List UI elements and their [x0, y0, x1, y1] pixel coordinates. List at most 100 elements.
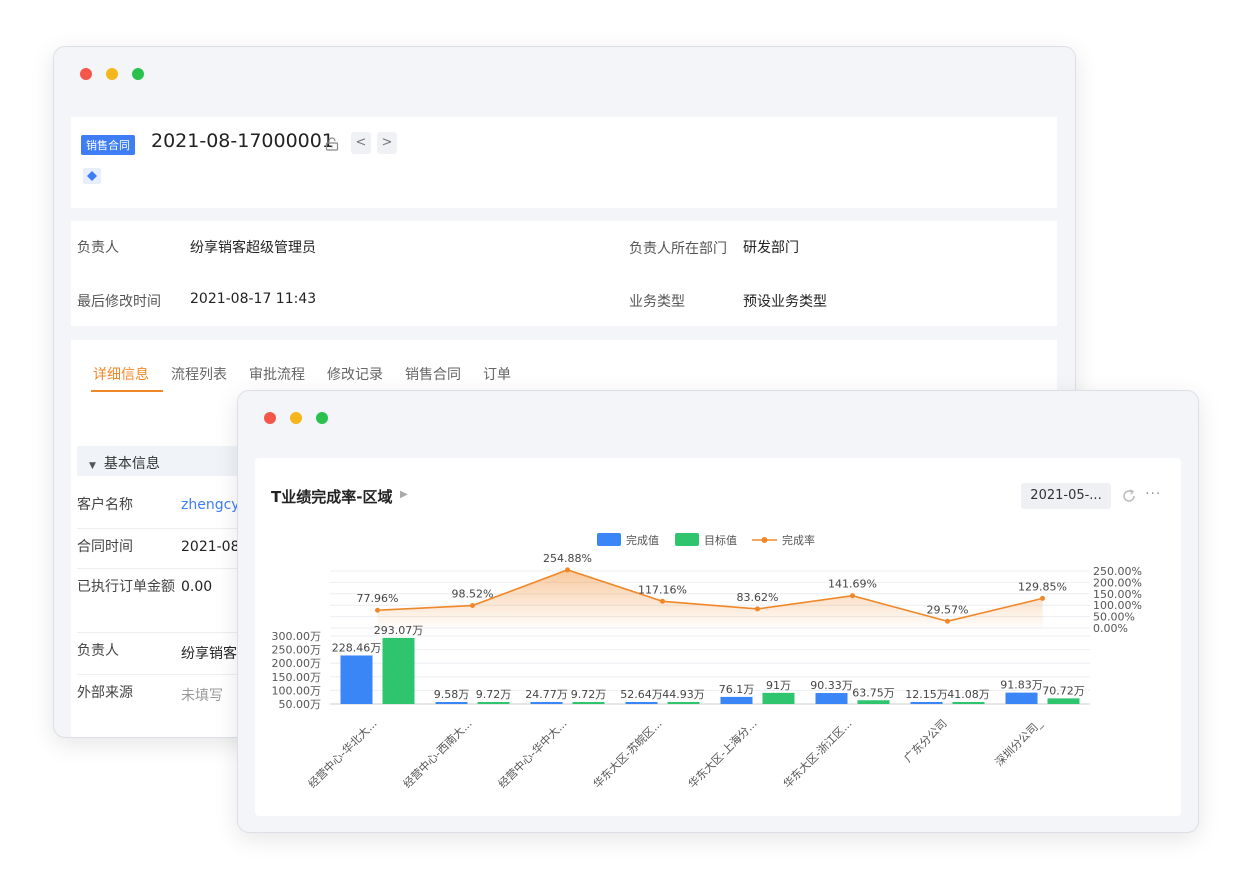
- biztype-value: 预设业务类型: [743, 294, 827, 310]
- dept-value: 研发部门: [743, 240, 799, 256]
- tab-change-log[interactable]: 修改记录: [327, 364, 383, 384]
- x-tick-label: 广东分公司: [902, 717, 950, 765]
- bar-completed: [530, 702, 563, 704]
- rate-value-label: 29.57%: [927, 603, 969, 616]
- record-summary: 负责人 纷享销客超级管理员 负责人所在部门 研发部门 最后修改时间 2021-0…: [71, 221, 1057, 326]
- tab-approval[interactable]: 审批流程: [249, 364, 305, 384]
- field-label-executed-amount: 已执行订单金额: [77, 579, 175, 595]
- chart-card: T业绩完成率-区域 ▶ 2021-05-... ··· 300.00万 250.0…: [255, 458, 1181, 816]
- rate-point: [565, 567, 570, 573]
- bar-value-label: 90.33万: [810, 679, 853, 692]
- rate-value-label: 254.88%: [543, 552, 592, 565]
- bar-target: [762, 692, 795, 704]
- record-number: 2021-08-17000001: [151, 130, 334, 152]
- next-record-button[interactable]: >: [377, 132, 397, 154]
- maximize-window-button[interactable]: [132, 68, 144, 80]
- tab-detail[interactable]: 详细信息: [93, 364, 149, 384]
- rate-point: [660, 598, 665, 604]
- bar-value-label: 63.75万: [852, 686, 895, 699]
- y-left-tick-label: 200.00万: [272, 657, 322, 670]
- legend-swatch-completed: [597, 533, 621, 546]
- field-value-contract-date: 2021-08: [181, 539, 240, 555]
- rate-point: [1040, 595, 1045, 601]
- bar-target: [572, 702, 605, 704]
- bar-value-label: 9.72万: [476, 688, 512, 701]
- bar-target: [382, 637, 415, 704]
- legend-swatch-rate-dot: [761, 537, 768, 543]
- field-label-source: 外部来源: [77, 685, 133, 701]
- record-type-badge: 销售合同: [81, 135, 135, 155]
- bar-completed: [340, 655, 373, 704]
- y-left-tick-label: 150.00万: [272, 671, 322, 684]
- close-window-button[interactable]: [264, 412, 276, 424]
- x-tick-label: 华东大区-上海分...: [685, 716, 760, 791]
- bar-target: [667, 702, 700, 704]
- tag-icon[interactable]: [83, 168, 101, 184]
- field-value-executed-amount: 0.00: [181, 579, 213, 595]
- bar-value-label: 9.72万: [571, 688, 607, 701]
- bar-value-label: 41.08万: [947, 688, 990, 701]
- bar-value-label: 24.77万: [525, 688, 568, 701]
- minimize-window-button[interactable]: [290, 412, 302, 424]
- field-label-customer: 客户名称: [77, 497, 133, 513]
- collapse-caret-icon: ▼: [89, 461, 96, 471]
- bar-value-label: 12.15万: [905, 688, 948, 701]
- minimize-window-button[interactable]: [106, 68, 118, 80]
- close-window-button[interactable]: [80, 68, 92, 80]
- bar-line-chart: 300.00万250.00万200.00万150.00万100.00万50.00…: [272, 533, 1142, 791]
- maximize-window-button[interactable]: [316, 412, 328, 424]
- bar-completed: [815, 693, 848, 704]
- x-tick-label: 经营中心-华北大...: [305, 716, 380, 791]
- chart-window: T业绩完成率-区域 ▶ 2021-05-... ··· 300.00万 250.0…: [237, 390, 1199, 833]
- y-left-tick-label: 50.00万: [279, 698, 322, 711]
- bar-value-label: 52.64万: [620, 688, 663, 701]
- rate-point: [375, 607, 380, 613]
- bar-value-label: 44.93万: [662, 688, 705, 701]
- bar-value-label: 91.83万: [1000, 679, 1043, 692]
- bar-target: [477, 702, 510, 704]
- legend-swatch-target: [675, 533, 699, 546]
- y-right-tick-label: 0.00%: [1093, 622, 1128, 635]
- record-header: 销售合同 2021-08-17000001 < >: [71, 117, 1057, 208]
- rate-point: [945, 618, 950, 624]
- dept-label: 负责人所在部门: [629, 241, 727, 257]
- field-value-source: 未填写: [181, 688, 223, 704]
- bar-target: [952, 702, 985, 704]
- modified-label: 最后修改时间: [77, 294, 161, 310]
- bar-value-label: 76.1万: [719, 683, 755, 696]
- x-tick-label: 经营中心-西南大...: [400, 716, 475, 791]
- rate-value-label: 129.85%: [1018, 580, 1067, 593]
- x-tick-label: 经营中心-华中大...: [495, 716, 570, 791]
- x-tick-label: 深圳分公司_: [993, 717, 1045, 769]
- owner-value: 纷享销客超级管理员: [190, 240, 316, 256]
- bar-value-label: 9.58万: [434, 688, 470, 701]
- field-label-owner: 负责人: [77, 643, 119, 659]
- bar-completed: [910, 702, 943, 704]
- bar-target: [857, 700, 890, 704]
- rate-point: [850, 593, 855, 599]
- legend-label-rate: 完成率: [782, 533, 815, 547]
- owner-label: 负责人: [77, 240, 119, 256]
- biztype-label: 业务类型: [629, 294, 685, 310]
- prev-record-button[interactable]: <: [351, 132, 371, 154]
- title-bar: [238, 391, 1198, 443]
- bar-target: [1047, 698, 1080, 704]
- field-value-customer[interactable]: zhengcy: [181, 497, 240, 513]
- bar-value-label: 70.72万: [1042, 684, 1085, 697]
- tab-orders[interactable]: 订单: [483, 364, 511, 384]
- bar-completed: [1005, 692, 1038, 704]
- rate-value-label: 117.16%: [638, 583, 687, 596]
- legend-label-completed: 完成值: [626, 533, 659, 547]
- modified-value: 2021-08-17 11:43: [190, 291, 317, 307]
- bar-completed: [625, 702, 658, 704]
- lock-icon[interactable]: [325, 137, 339, 151]
- tab-sales-contract[interactable]: 销售合同: [405, 364, 461, 384]
- y-left-tick-label: 250.00万: [272, 644, 322, 657]
- field-label-contract-date: 合同时间: [77, 539, 133, 555]
- rate-point: [470, 603, 475, 609]
- tab-flow-list[interactable]: 流程列表: [171, 364, 227, 384]
- rate-value-label: 83.62%: [737, 591, 779, 604]
- bar-value-label: 228.46万: [332, 641, 382, 654]
- rate-point: [755, 606, 760, 612]
- active-tab-indicator: [91, 390, 163, 392]
